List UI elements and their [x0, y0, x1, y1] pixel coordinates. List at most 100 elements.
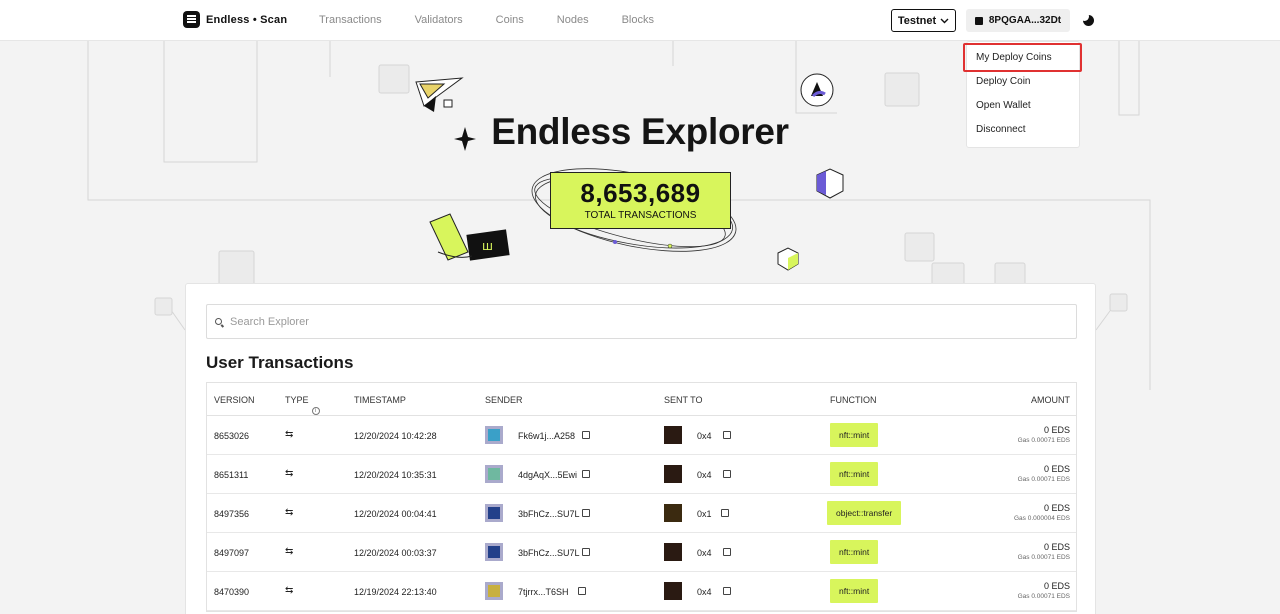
sender-address[interactable]: 3bFhCz...SU7L	[518, 548, 580, 558]
amount-value: 0 EDS	[1043, 542, 1070, 552]
logo-icon	[183, 11, 200, 28]
recipient-avatar	[664, 504, 682, 522]
table-row[interactable]: 8470390 ⇆ 12/19/2024 22:13:40 7tjrrx...T6SH…	[207, 572, 1076, 611]
wallet-button[interactable]: 8PQGAA...32Dt	[966, 9, 1070, 32]
sender-avatar	[485, 426, 503, 444]
type-icon: ⇆	[285, 546, 294, 557]
type-icon: ⇆	[285, 429, 294, 440]
amount-cell: 0 EDS Gas 0.000004 EDS	[1014, 503, 1070, 522]
sender-address[interactable]: 3bFhCz...SU7L	[518, 509, 580, 519]
table-row[interactable]: 8653026 ⇆ 12/20/2024 10:42:28 Fk6w1j...A258…	[207, 416, 1076, 455]
section-title: User Transactions	[206, 353, 354, 372]
recipient-address[interactable]: 0x1	[697, 509, 712, 519]
copy-icon[interactable]	[723, 470, 731, 478]
amount-value: 0 EDS	[1043, 503, 1070, 513]
copy-icon[interactable]	[582, 431, 590, 439]
top-header: Endless • Scan Transactions Validators C…	[0, 0, 1280, 41]
function-badge[interactable]: object::transfer	[827, 501, 902, 525]
wallet-illustration: ш	[429, 213, 510, 261]
function-badge[interactable]: nft::mint	[830, 462, 879, 486]
paper-plane-illustration	[415, 77, 464, 112]
recipient-avatar	[664, 426, 682, 444]
version-link[interactable]: 8497097	[214, 548, 249, 558]
timestamp: 12/20/2024 10:42:28	[354, 431, 437, 441]
search-bar[interactable]	[206, 304, 1077, 339]
table-row[interactable]: 8651311 ⇆ 12/20/2024 10:35:31 4dgAqX...5Ewi…	[207, 455, 1076, 494]
logo[interactable]: Endless • Scan	[183, 11, 287, 28]
copy-icon[interactable]	[723, 431, 731, 439]
function-badge[interactable]: nft::mint	[830, 423, 879, 447]
timestamp: 12/20/2024 00:03:37	[354, 548, 437, 558]
copy-icon[interactable]	[723, 548, 731, 556]
main-nav: Transactions Validators Coins Nodes Bloc…	[319, 14, 687, 26]
timestamp: 12/19/2024 22:13:40	[354, 587, 437, 597]
recipient-address[interactable]: 0x4	[697, 587, 712, 597]
recipient-address[interactable]: 0x4	[697, 548, 712, 558]
recipient-avatar	[664, 582, 682, 600]
nav-nodes[interactable]: Nodes	[557, 14, 589, 26]
menu-item-deploy-coin[interactable]: Deploy Coin	[976, 76, 1030, 87]
type-icon: ⇆	[285, 507, 294, 518]
menu-item-my-deploy-coins[interactable]: My Deploy Coins	[976, 52, 1052, 63]
wallet-icon	[974, 16, 983, 25]
info-icon[interactable]: i	[311, 407, 320, 415]
copy-icon[interactable]	[578, 587, 586, 595]
nav-coins[interactable]: Coins	[496, 14, 524, 26]
network-selector[interactable]: Testnet	[891, 9, 956, 32]
copy-icon[interactable]	[721, 509, 729, 517]
copy-icon[interactable]	[723, 587, 731, 595]
theme-toggle-icon[interactable]	[1080, 12, 1094, 26]
total-transactions-count: 8,653,689	[580, 178, 701, 208]
col-timestamp: TIMESTAMP	[354, 395, 406, 405]
purple-cube-illustration	[816, 168, 844, 199]
total-transactions-label: TOTAL TRANSACTIONS	[584, 210, 697, 221]
sender-address[interactable]: Fk6w1j...A258	[518, 431, 575, 441]
transactions-card: User Transactions VERSION TYPEi TIMESTAM…	[185, 283, 1096, 614]
col-sender: SENDER	[485, 395, 523, 405]
chevron-down-icon	[940, 18, 949, 23]
amount-cell: 0 EDS Gas 0.00071 EDS	[1018, 464, 1070, 483]
search-input[interactable]	[230, 315, 1050, 328]
function-badge[interactable]: nft::mint	[830, 579, 879, 603]
nav-blocks[interactable]: Blocks	[622, 14, 654, 26]
sender-avatar	[485, 582, 503, 600]
version-link[interactable]: 8651311	[214, 470, 248, 480]
version-link[interactable]: 8653026	[214, 431, 249, 441]
copy-icon[interactable]	[582, 470, 590, 478]
recipient-address[interactable]: 0x4	[697, 470, 712, 480]
table-header: VERSION TYPE i TIMESTAMP SENDER SENT TO F…	[207, 383, 1076, 416]
amount-cell: 0 EDS Gas 0.00071 EDS	[1018, 542, 1070, 561]
copy-icon[interactable]	[582, 509, 590, 517]
table-row[interactable]: 8497097 ⇆ 12/20/2024 00:03:37 3bFhCz...SU7L…	[207, 533, 1076, 572]
nav-validators[interactable]: Validators	[415, 14, 463, 26]
amount-value: 0 EDS	[1043, 464, 1070, 474]
green-cube-illustration	[777, 247, 799, 271]
table-row[interactable]: 8497356 ⇆ 12/20/2024 00:04:41 3bFhCz...SU7L…	[207, 494, 1076, 533]
timestamp: 12/20/2024 10:35:31	[354, 470, 437, 480]
gas-fee: Gas 0.000004 EDS	[1013, 515, 1070, 522]
sender-address[interactable]: 7tjrrx...T6SH	[518, 587, 569, 597]
wallet-address: 8PQGAA...32Dt	[988, 15, 1062, 26]
network-label: Testnet	[897, 14, 937, 27]
col-function: FUNCTION	[830, 395, 877, 405]
version-link[interactable]: 8470390	[214, 587, 249, 597]
sender-avatar	[485, 465, 503, 483]
menu-item-disconnect[interactable]: Disconnect	[976, 124, 1025, 135]
nav-transactions[interactable]: Transactions	[319, 14, 382, 26]
search-icon	[215, 318, 222, 325]
table-body: 8653026 ⇆ 12/20/2024 10:42:28 Fk6w1j...A258…	[207, 416, 1076, 611]
recipient-avatar	[664, 465, 682, 483]
svg-text:ш: ш	[482, 239, 493, 253]
recipient-address[interactable]: 0x4	[697, 431, 712, 441]
wallet-dropdown-menu: My Deploy Coins Deploy Coin Open Wallet …	[963, 41, 1082, 148]
amount-value: 0 EDS	[1043, 425, 1070, 435]
version-link[interactable]: 8497356	[214, 509, 249, 519]
sender-avatar	[485, 504, 503, 522]
sender-avatar	[485, 543, 503, 561]
function-badge[interactable]: nft::mint	[830, 540, 879, 564]
copy-icon[interactable]	[582, 548, 590, 556]
sender-address[interactable]: 4dgAqX...5Ewi	[518, 470, 577, 480]
menu-item-open-wallet[interactable]: Open Wallet	[976, 100, 1031, 111]
amount-cell: 0 EDS Gas 0.00071 EDS	[1018, 581, 1070, 600]
type-icon: ⇆	[285, 585, 294, 596]
